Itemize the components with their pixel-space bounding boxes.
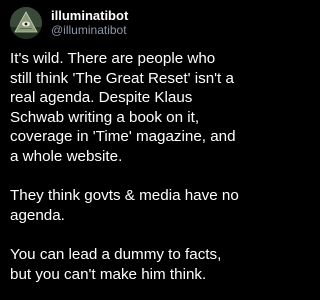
user-handle[interactable]: @illuminatibot	[51, 23, 128, 38]
user-names: illuminatibot @illuminatibot	[51, 8, 128, 38]
avatar[interactable]	[10, 7, 42, 39]
tweet-paragraph: They think govts & media have no agenda.	[10, 187, 239, 224]
tweet-paragraph: You can lead a dummy to facts, but you c…	[10, 245, 222, 283]
display-name[interactable]: illuminatibot	[51, 8, 128, 24]
tweet-card: illuminatibot @illuminatibot It's wild. …	[0, 0, 300, 300]
illuminati-pyramid-eye-icon	[10, 7, 42, 39]
tweet-body: It's wild. There are people who still th…	[10, 49, 290, 284]
tweet-paragraph: It's wild. There are people who still th…	[10, 50, 236, 165]
tweet-header: illuminatibot @illuminatibot	[10, 4, 290, 42]
